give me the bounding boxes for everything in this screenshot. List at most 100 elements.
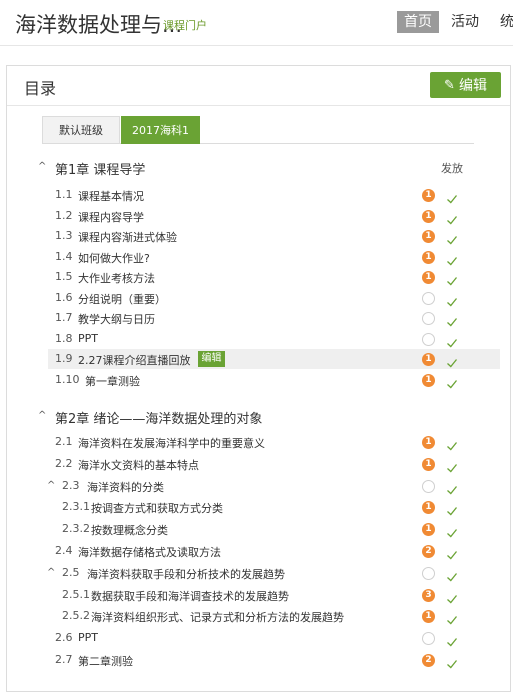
top-bar: 海洋数据处理与... 课程门户 首页 活动 统: [0, 0, 513, 46]
section-title-link[interactable]: 课程内容渐进式体验: [78, 229, 177, 245]
section-number: 1.2: [55, 209, 73, 222]
section-title-link[interactable]: 大作业考核方法: [78, 270, 155, 286]
catalog-header: 目录 ✎ 编辑: [7, 66, 510, 106]
catalog-panel: 目录 ✎ 编辑 默认班级 2017海科1 ^ 第1章 课程导学 发放 1.1 课程基本情…: [6, 65, 511, 692]
released-check-icon[interactable]: [446, 633, 458, 647]
catalog-title: 目录: [24, 79, 57, 98]
section-number: 2.5.1: [62, 588, 90, 601]
task-count-badge: [422, 333, 435, 346]
section-title-link[interactable]: 海洋资料获取手段和分析技术的发展趋势: [87, 566, 285, 582]
task-count-badge: 3: [422, 589, 435, 602]
task-count-badge: 1: [422, 501, 435, 514]
chapter-title[interactable]: 第1章 课程导学: [55, 159, 145, 178]
section-number: 2.6: [55, 631, 73, 644]
task-count-badge: 1: [422, 374, 435, 387]
released-check-icon[interactable]: [446, 568, 458, 582]
section-number: 1.3: [55, 229, 73, 242]
edit-button[interactable]: ✎ 编辑: [430, 72, 501, 98]
inline-edit-button[interactable]: 编辑: [198, 351, 225, 367]
section-number: 2.5: [62, 566, 80, 579]
released-check-icon[interactable]: [446, 502, 458, 516]
section-title-link[interactable]: 海洋资料组织形式、记录方式和分析方法的发展趋势: [91, 609, 344, 625]
course-portal-link[interactable]: 课程门户: [163, 17, 207, 33]
section-title-link[interactable]: 数据获取手段和海洋调查技术的发展趋势: [91, 588, 289, 604]
section-number: 2.4: [55, 544, 73, 557]
section-title-link[interactable]: 按数理概念分类: [91, 522, 168, 538]
section-number: 1.9: [55, 352, 73, 365]
section-number: 1.10: [55, 373, 80, 386]
released-check-icon[interactable]: [446, 293, 458, 307]
released-check-icon[interactable]: [446, 313, 458, 327]
section-number: 2.2: [55, 457, 73, 470]
nav-home-tab[interactable]: 首页: [397, 11, 439, 33]
released-check-icon[interactable]: [446, 481, 458, 495]
released-check-icon[interactable]: [446, 231, 458, 245]
task-count-badge: 1: [422, 610, 435, 623]
released-check-icon[interactable]: [446, 524, 458, 538]
task-count-badge: 1: [422, 189, 435, 202]
section-title-link[interactable]: 海洋资料在发展海洋科学中的重要意义: [78, 435, 265, 451]
task-count-badge: 1: [422, 251, 435, 264]
section-title-link[interactable]: 课程内容导学: [78, 209, 144, 225]
task-count-badge: 1: [422, 230, 435, 243]
released-check-icon[interactable]: [446, 546, 458, 560]
section-number: 1.6: [55, 291, 73, 304]
section-number: 1.1: [55, 188, 73, 201]
task-count-badge: 1: [422, 523, 435, 536]
task-count-badge: [422, 312, 435, 325]
task-count-badge: [422, 292, 435, 305]
section-title-link[interactable]: 按调查方式和获取方式分类: [91, 500, 223, 516]
released-check-icon[interactable]: [446, 437, 458, 451]
section-title-link[interactable]: 如何做大作业?: [78, 250, 150, 266]
release-column-label: 发放: [441, 162, 463, 175]
task-count-badge: 1: [422, 458, 435, 471]
section-title-link[interactable]: PPT: [78, 631, 98, 644]
section-title-link[interactable]: 分组说明（重要）: [78, 291, 166, 307]
tab-2017-haike1[interactable]: 2017海科1: [121, 116, 200, 144]
released-check-icon[interactable]: [446, 611, 458, 625]
chapter-collapse-chevron-icon[interactable]: ^: [38, 411, 48, 421]
task-count-badge: 2: [422, 545, 435, 558]
section-title-link[interactable]: 课程基本情况: [78, 188, 144, 204]
section-collapse-chevron-icon[interactable]: ^: [47, 568, 57, 578]
chapter-title[interactable]: 第2章 绪论——海洋数据处理的对象: [55, 408, 262, 427]
section-number: 1.8: [55, 332, 73, 345]
task-count-badge: [422, 480, 435, 493]
section-title-link[interactable]: PPT: [78, 332, 98, 345]
tab-default-class[interactable]: 默认班级: [42, 116, 120, 144]
section-title-link[interactable]: 海洋资料的分类: [87, 479, 164, 495]
released-check-icon[interactable]: [446, 590, 458, 604]
section-title-link[interactable]: 第一章测验: [85, 373, 140, 389]
section-collapse-chevron-icon[interactable]: ^: [47, 481, 57, 491]
released-check-icon[interactable]: [446, 354, 458, 368]
released-check-icon[interactable]: [446, 190, 458, 204]
released-check-icon[interactable]: [446, 334, 458, 348]
pencil-icon: ✎: [444, 77, 455, 93]
section-title-link[interactable]: 海洋水文资料的基本特点: [78, 457, 199, 473]
task-count-badge: 2: [422, 654, 435, 667]
released-check-icon[interactable]: [446, 252, 458, 266]
released-check-icon[interactable]: [446, 655, 458, 669]
released-check-icon[interactable]: [446, 272, 458, 286]
nav-activity-tab[interactable]: 活动: [451, 11, 479, 33]
section-title-link[interactable]: 第二章测验: [78, 653, 133, 669]
section-title-link[interactable]: 2.27课程介绍直播回放: [78, 352, 191, 368]
task-count-badge: 1: [422, 436, 435, 449]
released-check-icon[interactable]: [446, 459, 458, 473]
section-title-link[interactable]: 教学大纲与日历: [78, 311, 155, 327]
section-number: 2.7: [55, 653, 73, 666]
section-title-link[interactable]: 海洋数据存储格式及读取方法: [78, 544, 221, 560]
task-count-badge: 1: [422, 210, 435, 223]
edit-button-label: 编辑: [458, 78, 487, 94]
nav-stats-tab[interactable]: 统: [500, 11, 513, 33]
task-count-badge: [422, 632, 435, 645]
course-title[interactable]: 海洋数据处理与...: [15, 9, 182, 39]
released-check-icon[interactable]: [446, 375, 458, 389]
section-number: 2.3.1: [62, 500, 90, 513]
section-number: 2.3.2: [62, 522, 90, 535]
section-number: 1.4: [55, 250, 73, 263]
released-check-icon[interactable]: [446, 211, 458, 225]
task-count-badge: [422, 567, 435, 580]
task-count-badge: 1: [422, 271, 435, 284]
chapter-collapse-chevron-icon[interactable]: ^: [38, 162, 48, 172]
